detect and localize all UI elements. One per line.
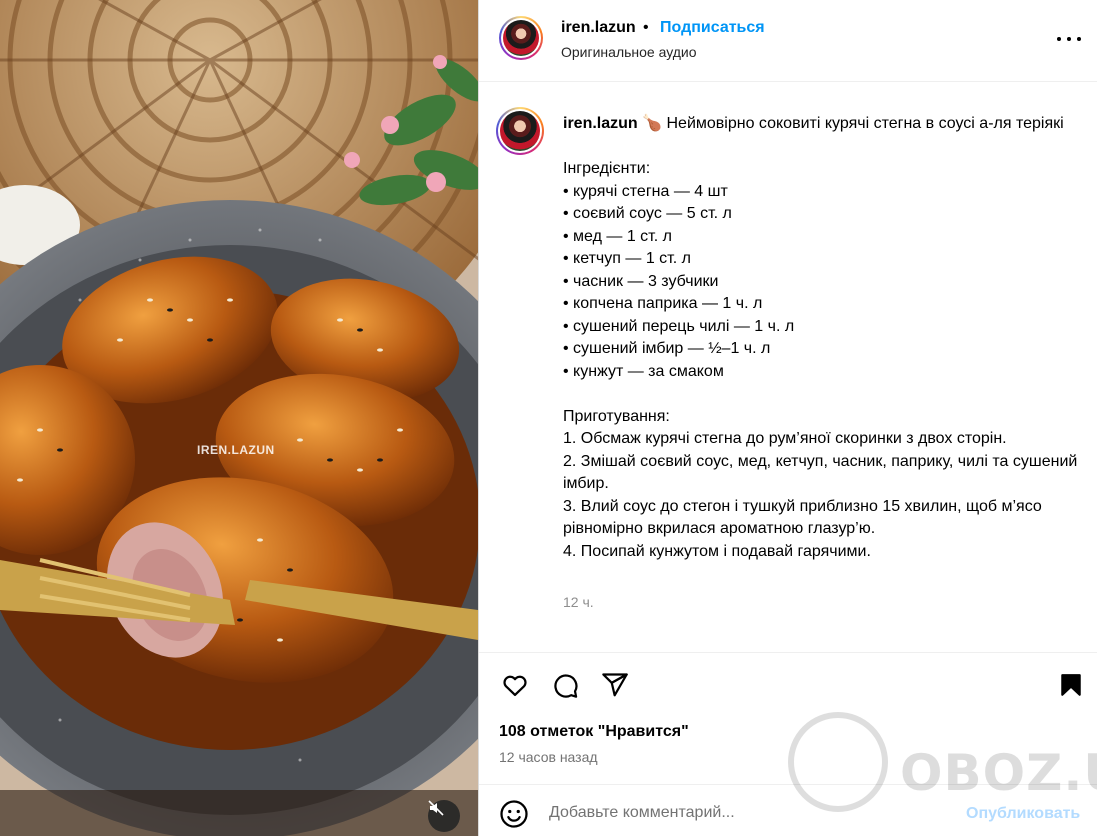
caption-time: 12 ч. [563,594,594,610]
post-timestamp[interactable]: 12 часов назад [499,749,598,765]
caption-username[interactable]: iren.lazun [563,115,638,132]
globe-logo-icon [788,712,888,812]
heart-icon[interactable] [499,669,531,701]
mute-button[interactable] [428,800,460,832]
bookmark-icon[interactable] [1055,669,1087,701]
comment-icon[interactable] [549,669,581,701]
video-watermark: IREN.LAZUN [197,443,275,457]
caption-section: iren.lazun 🍗 Неймовірно соковиті курячі … [479,82,1097,652]
follow-button[interactable]: Подписаться [660,19,765,37]
author-avatar[interactable] [499,16,543,60]
speaker-muted-icon [428,800,444,816]
brand-watermark: OBOZ.UA [788,712,1097,830]
more-options-icon[interactable] [1057,29,1081,49]
post-header: iren.lazun • Подписаться Оригинальное ау… [479,0,1097,82]
caption-avatar[interactable] [496,107,544,155]
audio-label[interactable]: Оригинальное аудио [561,44,697,60]
post-media[interactable]: IREN.LAZUN [0,0,478,836]
brand-watermark-text: OBOZ.UA [900,744,1097,802]
caption-body: 🍗 Неймовірно соковиті курячі стегна в со… [563,115,1078,560]
emoji-icon[interactable] [499,799,529,829]
share-icon[interactable] [599,669,631,701]
likes-count[interactable]: 108 отметок "Нравится" [499,723,689,741]
post-sidebar: iren.lazun • Подписаться Оригинальное ау… [478,0,1097,836]
author-username[interactable]: iren.lazun [561,19,636,37]
separator-dot: • [643,19,649,36]
caption-text: iren.lazun 🍗 Неймовірно соковиті курячі … [563,113,1083,563]
food-photo [0,0,478,836]
